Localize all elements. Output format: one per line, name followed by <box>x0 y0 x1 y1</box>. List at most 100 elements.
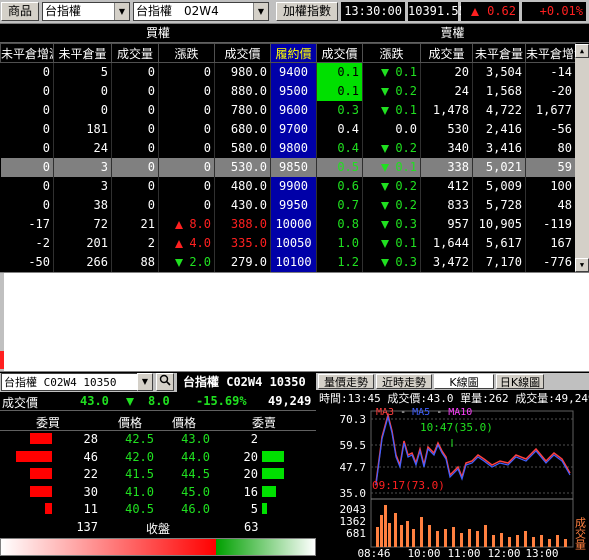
chart-tab-2[interactable]: K線圖 <box>434 374 494 389</box>
call-change-value: 0 <box>203 65 211 80</box>
ask-volume-bar <box>262 450 284 462</box>
call-volume: 0 <box>111 157 159 177</box>
call-price: 388.0 <box>214 214 271 234</box>
ask-volume-bar <box>262 468 284 480</box>
chevron-down-icon[interactable]: ▼ <box>253 3 268 20</box>
call-open-interest: 3 <box>53 157 112 177</box>
product-button[interactable]: 商品 <box>1 2 39 21</box>
put-row[interactable]: 0.1 0.1 20 3,504 -14 <box>316 62 589 82</box>
call-row[interactable]: 0 38 0 0 430.0 9950 <box>0 195 317 215</box>
put-volume: 1,478 <box>420 100 473 120</box>
call-header-2[interactable]: 成交量 <box>111 43 159 63</box>
put-row[interactable]: 1.0 0.1 1,644 5,617 167 <box>316 233 589 253</box>
put-change: 0.1 <box>362 157 421 177</box>
call-row[interactable]: 0 5 0 0 980.0 9400 <box>0 62 317 82</box>
put-header-3[interactable]: 未平倉量 <box>472 43 526 63</box>
call-change-value: 0 <box>203 84 211 98</box>
product-select[interactable]: 台指權 ▼ <box>42 2 130 21</box>
ask-price: 44.5 <box>181 467 210 482</box>
strike-price: 10050 <box>270 233 317 253</box>
strike-price: 9800 <box>270 138 317 158</box>
volume-bar <box>376 527 379 547</box>
put-price: 0.8 <box>316 214 363 234</box>
strike-header[interactable]: 履約價 <box>270 43 317 63</box>
chart-tab-0[interactable]: 量價走勢 <box>318 374 374 389</box>
put-volume: 24 <box>420 81 473 101</box>
legend-sep: - <box>430 407 448 418</box>
chevron-down-icon[interactable]: ▼ <box>114 3 129 20</box>
call-header-4[interactable]: 成交價 <box>214 43 271 63</box>
put-row[interactable]: 0.4 0.2 340 3,416 80 <box>316 138 589 158</box>
chart-tab-3[interactable]: 日K線圖 <box>496 374 544 389</box>
put-header-0[interactable]: 成交價 <box>316 43 363 63</box>
book-row[interactable]: 28 42.5 43.0 2 <box>0 430 316 448</box>
ask-header: 委賣 <box>252 416 277 430</box>
put-header-4[interactable]: 未平倉增減 <box>525 43 576 63</box>
call-row[interactable]: 0 0 0 0 780.0 9600 <box>0 100 317 120</box>
call-change-value: 0 <box>203 103 211 117</box>
put-row[interactable]: 1.2 0.3 3,472 7,170 -776 <box>316 252 589 272</box>
table-scrollbar[interactable]: ▲ ▼ <box>575 44 589 272</box>
search-icon[interactable] <box>156 373 174 391</box>
put-table: 成交價漲跌成交量未平倉量未平倉增減 0.10.1203,504-140.10.2… <box>316 43 589 291</box>
call-open-interest: 3 <box>53 176 112 196</box>
volume-bar <box>420 517 423 547</box>
call-row[interactable]: 0 24 0 0 580.0 9800 <box>0 138 317 158</box>
put-price: 0.4 <box>316 119 363 139</box>
put-header-2[interactable]: 成交量 <box>420 43 473 63</box>
volume-bar <box>516 535 519 547</box>
bid-volume-bar <box>44 503 52 515</box>
candlestick-chart[interactable]: 70.359.547.735.020431362681MA3 - MA5 - M… <box>316 405 589 560</box>
call-row[interactable]: 0 3 0 0 530.0 9850 <box>0 157 317 177</box>
put-row[interactable]: 0.7 0.2 833 5,728 48 <box>316 195 589 215</box>
strike-price: 9950 <box>270 195 317 215</box>
put-row[interactable]: 0.1 0.2 24 1,568 -20 <box>316 81 589 101</box>
chevron-down-icon[interactable]: ▼ <box>137 373 153 391</box>
book-row[interactable]: 30 41.0 45.0 16 <box>0 483 316 501</box>
scroll-up-icon[interactable]: ▲ <box>575 44 589 58</box>
call-oi-change: -50 <box>0 252 54 272</box>
put-row[interactable]: 0.3 0.1 1,478 4,722 1,677 <box>316 100 589 120</box>
call-row[interactable]: -17 72 21 8.0 388.0 10000 <box>0 214 317 234</box>
call-row[interactable]: -50 266 88 2.0 279.0 10100 <box>0 252 317 272</box>
x-tick-label: 12:00 <box>487 547 520 560</box>
price-header-ask: 價格 <box>172 416 197 430</box>
call-change: 0 <box>158 195 215 215</box>
put-row[interactable]: 0.4 0.0 530 2,416 -56 <box>316 119 589 139</box>
volume-bar <box>492 535 495 547</box>
x-tick-label: 10:00 <box>407 547 440 560</box>
call-row[interactable]: 0 0 0 0 880.0 9500 <box>0 81 317 101</box>
call-header-0[interactable]: 未平倉增減 <box>0 43 54 63</box>
scroll-down-icon[interactable]: ▼ <box>575 258 589 272</box>
call-price: 430.0 <box>214 195 271 215</box>
put-row[interactable]: 0.8 0.3 957 10,905 -119 <box>316 214 589 234</box>
call-row[interactable]: 0 3 0 0 480.0 9900 <box>0 176 317 196</box>
quote-title: 台指權 C02W4 10350 <box>177 373 316 392</box>
index-label: 加權指數 <box>276 2 338 21</box>
call-oi-change: -2 <box>0 233 54 253</box>
bid-volume-bar <box>16 450 52 462</box>
call-change-value: 0 <box>203 160 211 174</box>
book-row[interactable]: 11 40.5 46.0 5 <box>0 500 316 518</box>
total-volume: 49,249 <box>268 394 312 408</box>
book-row[interactable]: 22 41.5 44.5 20 <box>0 465 316 483</box>
contract-select[interactable]: 台指權 02W4 ▼ <box>133 2 269 21</box>
put-header-1[interactable]: 漲跌 <box>362 43 421 63</box>
chart-tab-1[interactable]: 近時走勢 <box>376 374 432 389</box>
call-row[interactable]: -2 201 2 4.0 335.0 10050 <box>0 233 317 253</box>
book-row[interactable]: 46 42.0 44.0 20 <box>0 448 316 466</box>
up-arrow-icon <box>175 220 184 229</box>
put-row[interactable]: 0.5 0.1 338 5,021 59 <box>316 157 589 177</box>
put-row[interactable]: 0.6 0.2 412 5,009 100 <box>316 176 589 196</box>
call-title: 買權 <box>0 25 316 43</box>
low-annotation: 09:17(73.0) <box>372 479 445 492</box>
call-header-1[interactable]: 未平倉量 <box>53 43 112 63</box>
quote-contract-input[interactable]: 台指權 C02W4 10350 <box>1 373 153 391</box>
call-header-3[interactable]: 漲跌 <box>158 43 215 63</box>
put-open-interest: 4,722 <box>472 100 526 120</box>
price-change-value: 8.0 <box>148 394 170 408</box>
call-row[interactable]: 0 181 0 0 680.0 9700 <box>0 119 317 139</box>
call-price: 680.0 <box>214 119 271 139</box>
up-arrow-icon <box>471 7 480 16</box>
ask-price: 45.0 <box>181 484 210 499</box>
